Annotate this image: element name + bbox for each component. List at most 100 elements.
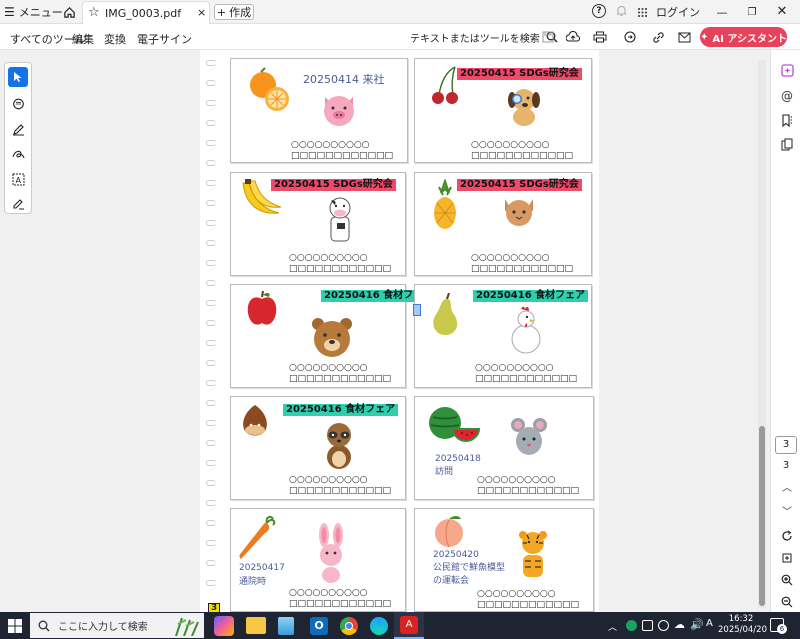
- dog-illustration: [508, 89, 540, 126]
- notepad-app-icon[interactable]: [278, 617, 294, 635]
- tool-search[interactable]: テキストまたはツールを検索: [410, 28, 558, 46]
- chrome-icon[interactable]: [340, 617, 358, 635]
- file-explorer-icon[interactable]: [246, 617, 266, 634]
- search-icon: [38, 620, 50, 631]
- tray-app-icon[interactable]: [626, 620, 637, 631]
- zoom-out-icon[interactable]: [777, 592, 797, 612]
- close-tab-icon[interactable]: ×: [197, 6, 206, 19]
- pen-icon: [12, 123, 24, 135]
- orange-illustration: [250, 67, 289, 111]
- login-button[interactable]: ログイン: [656, 4, 700, 20]
- cat-illustration: [505, 199, 533, 244]
- apps-grid-icon[interactable]: [634, 3, 650, 21]
- stamp-card-8: 20250418 訪問 ○○○○○○○○○○ □□□□□□□□□□□□: [414, 396, 594, 500]
- card-4-tag: 20250415 SDGs研究会: [457, 179, 582, 191]
- card-6-tag: 20250416 食材フェア: [473, 290, 589, 302]
- draw-tool[interactable]: [9, 145, 27, 163]
- link-icon[interactable]: [650, 29, 666, 45]
- restore-icon[interactable]: ❐: [744, 4, 760, 20]
- mouse-illustration: [511, 418, 547, 455]
- page-up-chevron-icon[interactable]: ︿: [777, 476, 797, 496]
- taskbar-search-placeholder: ここに入力して検索: [58, 622, 148, 633]
- close-window-icon[interactable]: ✕: [774, 3, 790, 19]
- ai-panel-icon[interactable]: [777, 60, 797, 80]
- ai-assistant-button[interactable]: ✦ AI アシスタント: [700, 27, 787, 47]
- ai-assistant-icon: ✦: [700, 31, 709, 43]
- highlight-tool[interactable]: [9, 120, 27, 138]
- print-icon[interactable]: [592, 29, 608, 45]
- notification-icon[interactable]: 6: [770, 618, 787, 634]
- scrollbar-thumb[interactable]: [759, 426, 765, 606]
- comment-tool[interactable]: [9, 95, 27, 113]
- copy-pages-icon[interactable]: [777, 134, 797, 154]
- home-button[interactable]: [60, 3, 78, 21]
- cloud-upload-icon[interactable]: [565, 29, 581, 45]
- outlook-icon[interactable]: O: [310, 617, 328, 635]
- peach-illustration: [435, 516, 463, 548]
- text-recognize-tool[interactable]: A: [9, 170, 27, 188]
- new-label: 作成: [229, 6, 252, 19]
- card-6-squares: □□□□□□□□□□□□: [475, 374, 578, 384]
- card-7-circles: ○○○○○○○○○○: [289, 475, 368, 485]
- acrobat-taskbar-button[interactable]: A: [394, 612, 424, 639]
- zoom-in-icon[interactable]: [777, 570, 797, 590]
- bell-icon[interactable]: [614, 3, 628, 19]
- windows-start-icon[interactable]: [8, 619, 22, 633]
- tab-document[interactable]: ☆ IMG_0003.pdf ×: [82, 1, 210, 24]
- rotate-icon[interactable]: [777, 526, 797, 546]
- help-icon[interactable]: ?: [592, 4, 606, 18]
- home-icon: [63, 6, 75, 18]
- annotation-marker[interactable]: [413, 304, 421, 316]
- new-button[interactable]: + 作成: [214, 4, 254, 20]
- vertical-scrollbar[interactable]: [758, 60, 766, 608]
- menu-convert[interactable]: 変換: [104, 31, 126, 47]
- card-2-squares: □□□□□□□□□□□□: [471, 151, 574, 161]
- at-mention-icon[interactable]: @: [777, 86, 797, 106]
- taskbar-search-box[interactable]: ここに入力して検索: [30, 613, 204, 638]
- clock-time: 16:32: [728, 614, 754, 624]
- save-icon[interactable]: [540, 29, 556, 45]
- card-7-squares: □□□□□□□□□□□□: [289, 486, 392, 496]
- tray-overflow-icon[interactable]: ︿: [608, 620, 617, 633]
- card-10-note: 20250420 公民館で鮮魚模型 の運転会: [433, 550, 506, 586]
- copilot-app-icon[interactable]: [214, 616, 234, 636]
- stamp-card-3: 20250415 SDGs研究会 ○○○○○○○○○○ □□□□□□□□□□□□: [230, 172, 406, 276]
- stamp-card-7: 20250416 食材フェア ○○○○○○○○○○ □□□□□□□□□□□□: [230, 396, 406, 500]
- card-5-squares: □□□□□□□□□□□□: [289, 374, 392, 384]
- menu-e-sign[interactable]: 電子サイン: [137, 31, 192, 47]
- mail-icon[interactable]: [676, 29, 692, 45]
- clock-date: 2025/04/20: [718, 625, 767, 635]
- star-icon[interactable]: ☆: [88, 5, 100, 20]
- select-tool[interactable]: [8, 67, 28, 87]
- page-number-input[interactable]: 3: [775, 436, 797, 454]
- tray-network-icon[interactable]: [642, 620, 653, 631]
- pear-illustration: [433, 293, 458, 335]
- stamp-card-10: 20250420 公民館で鮮魚模型 の運転会 ○○○○○○○○○○ □□□□□□…: [414, 508, 594, 612]
- card-9-note: 20250417 通院時: [239, 563, 285, 587]
- page-total: 3: [782, 460, 790, 471]
- share-link-icon[interactable]: [622, 29, 638, 45]
- card-2-tag: 20250415 SDGs研究会: [457, 68, 582, 80]
- bookmark-icon[interactable]: [777, 110, 797, 130]
- card-1-note: 20250414 来社: [303, 73, 385, 86]
- edge-icon[interactable]: [370, 617, 388, 635]
- tray-sync-icon[interactable]: ☁: [674, 618, 685, 631]
- tray-shield-icon[interactable]: [658, 620, 669, 631]
- card-4-circles: ○○○○○○○○○○: [471, 253, 550, 263]
- comment-icon: [12, 98, 24, 109]
- plus-icon: +: [216, 5, 227, 19]
- menu-button[interactable]: ☰ メニュー: [4, 4, 63, 20]
- menu-edit[interactable]: 編集: [72, 31, 94, 47]
- minimize-icon[interactable]: —: [714, 4, 730, 20]
- sign-tool[interactable]: [9, 194, 27, 212]
- card-9-squares: □□□□□□□□□□□□: [289, 599, 392, 609]
- fit-page-icon[interactable]: [777, 548, 797, 568]
- clock[interactable]: 16:32 2025/04/20: [718, 614, 767, 636]
- page-down-chevron-icon[interactable]: ﹀: [777, 500, 797, 520]
- watermelon-illustration: [429, 407, 481, 443]
- speaker-icon[interactable]: 🔊: [690, 618, 704, 631]
- card-1-circles: ○○○○○○○○○○: [291, 140, 370, 150]
- menu-label: メニュー: [18, 6, 63, 19]
- signature-icon: [12, 198, 24, 209]
- ime-icon[interactable]: A: [706, 618, 713, 629]
